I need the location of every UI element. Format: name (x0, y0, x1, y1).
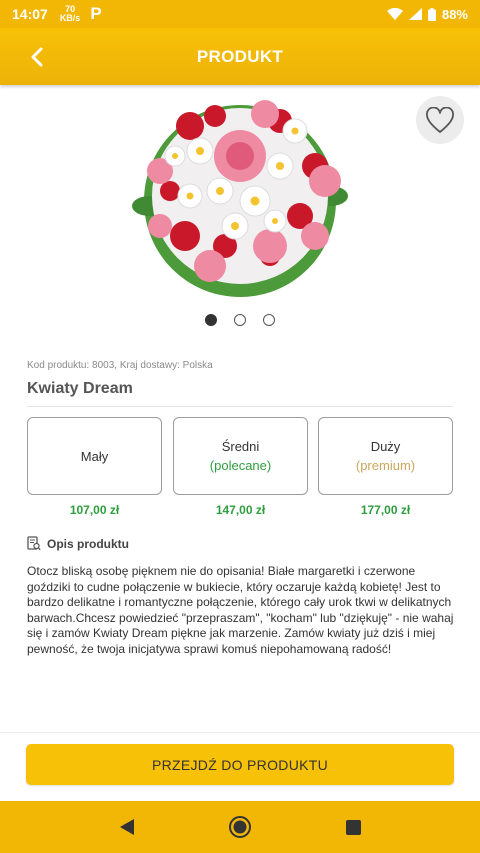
carousel-dot[interactable] (234, 314, 246, 326)
carousel-dot[interactable] (205, 314, 217, 326)
size-option-medium[interactable]: Średni (polecane) (173, 417, 308, 495)
page-title: PRODUKT (196, 46, 284, 66)
price-medium: 147,00 zł (215, 503, 266, 517)
carousel-indicator (0, 314, 480, 326)
description-heading: Opis produktu (27, 536, 129, 551)
go-to-product-button[interactable]: PRZEJDŹ DO PRODUKTU (26, 744, 454, 785)
status-icons: 88% (386, 6, 468, 22)
price-large: 177,00 zł (360, 503, 411, 517)
divider (27, 406, 453, 407)
signal-icon (408, 8, 422, 20)
description-heading-label: Opis produktu (47, 536, 129, 551)
recents-square-icon (345, 819, 361, 835)
size-label: Duży (370, 439, 401, 454)
size-recommended-note: (polecane) (209, 458, 272, 473)
status-time: 14:07 (12, 6, 48, 22)
status-bar: 14:07 70 KB/s P 88% (0, 0, 480, 28)
go-to-product-label: PRZEJDŹ DO PRODUKTU (151, 756, 329, 773)
heart-outline-icon (426, 106, 454, 133)
carousel-dot[interactable] (263, 314, 275, 326)
nav-recents-button[interactable] (333, 807, 373, 847)
network-speed-unit: KB/s (59, 13, 81, 23)
size-premium-note: (premium) (355, 458, 416, 473)
divider (0, 732, 480, 733)
back-triangle-icon (119, 819, 134, 835)
size-option-small[interactable]: Mały (27, 417, 162, 495)
price-small: 107,00 zł (69, 503, 120, 517)
chevron-left-icon (31, 47, 43, 67)
favorite-button[interactable] (416, 96, 464, 144)
app-notification-icon: P (90, 4, 102, 23)
wifi-icon (386, 8, 403, 20)
size-label: Mały (80, 448, 109, 464)
system-nav-bar (0, 801, 480, 853)
battery-icon (427, 7, 436, 21)
product-meta: Kod produktu: 8003, Kraj dostawy: Polska (27, 360, 213, 371)
network-speed: 70 KB/s (60, 5, 81, 23)
product-image[interactable] (130, 96, 350, 306)
back-button[interactable] (22, 42, 52, 72)
home-circle-icon (228, 816, 251, 838)
description-text: Otocz bliską osobę pięknem nie do opisan… (27, 564, 454, 656)
battery-level: 88% (441, 6, 468, 22)
nav-back-button[interactable] (107, 807, 147, 847)
size-option-large[interactable]: Duży (premium) (318, 417, 453, 495)
size-label: Średni (221, 439, 260, 454)
document-search-icon (27, 536, 41, 551)
nav-home-button[interactable] (220, 807, 260, 847)
app-bar: PRODUKT (0, 28, 480, 85)
product-name: Kwiaty Dream (27, 380, 133, 397)
